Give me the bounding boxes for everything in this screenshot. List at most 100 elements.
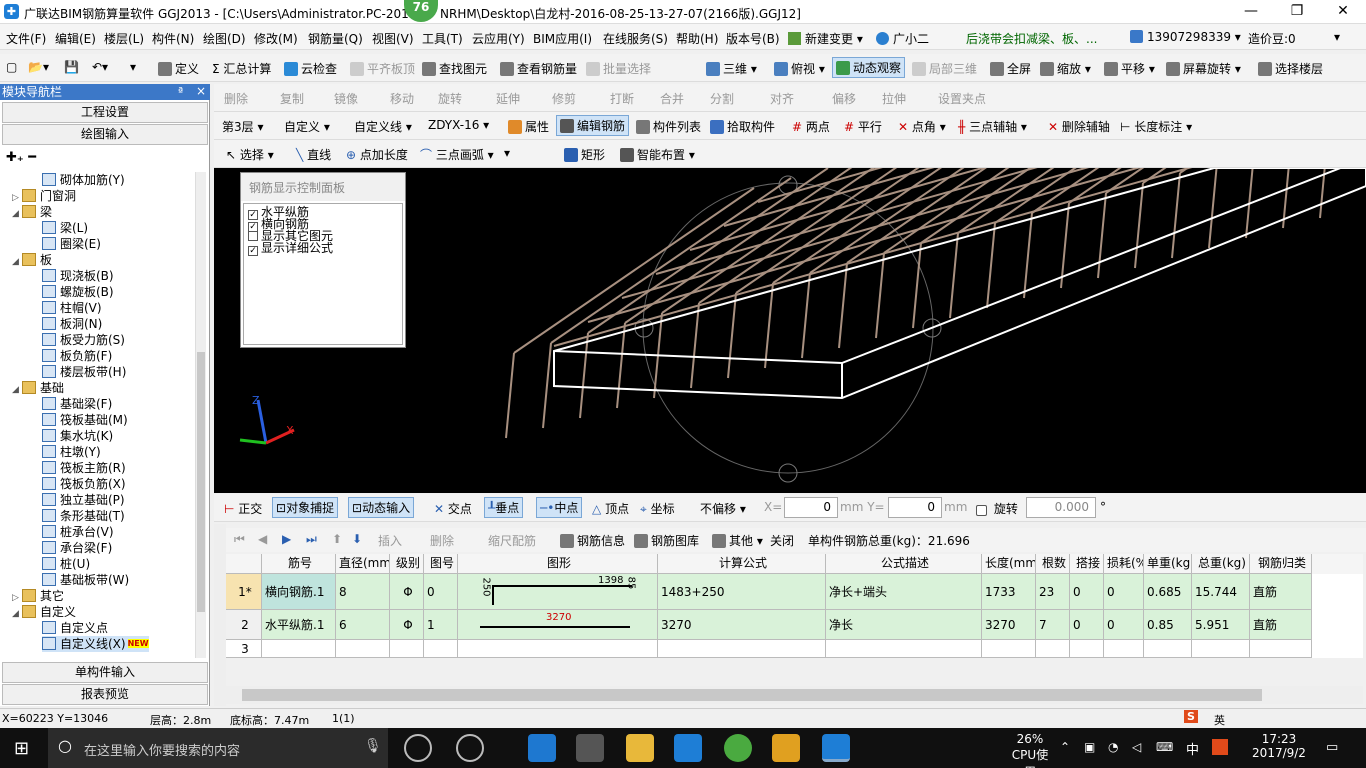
- news-ticker[interactable]: 后浇带会扣减梁、板、...: [966, 30, 1097, 47]
- table-cell-formula[interactable]: 3270: [658, 610, 826, 640]
- edit-rebar-button[interactable]: 编辑钢筋: [556, 115, 630, 136]
- coordinate-snap[interactable]: ⌖ 坐标: [640, 500, 675, 517]
- table-cell-count[interactable]: 7: [1036, 610, 1070, 640]
- delete-row-button[interactable]: 删除: [430, 532, 454, 549]
- column-header[interactable]: 钢筋归类: [1250, 554, 1312, 574]
- table-cell-no[interactable]: 3: [226, 640, 262, 658]
- column-header[interactable]: 级别: [390, 554, 424, 574]
- redo-icon[interactable]: ▾: [130, 60, 136, 74]
- table-cell-dia[interactable]: 8: [336, 574, 390, 610]
- restore-button[interactable]: ❐: [1274, 0, 1320, 24]
- y-input[interactable]: 0: [888, 497, 942, 518]
- batch-select-button[interactable]: 批量选择: [586, 60, 651, 77]
- three-point-axis-button[interactable]: ╫ 三点辅轴 ▾: [958, 118, 1027, 135]
- close-panel-icon[interactable]: ×: [196, 84, 206, 98]
- tree-folder[interactable]: ◢ 梁: [12, 204, 52, 220]
- move-button[interactable]: 移动: [390, 90, 414, 107]
- rotate-button[interactable]: 旋转: [438, 90, 462, 107]
- table-cell-fig[interactable]: [424, 640, 458, 658]
- tree-item[interactable]: 承台梁(F): [42, 540, 112, 556]
- tree-item[interactable]: 螺旋板(B): [42, 284, 114, 300]
- table-cell-name[interactable]: 横向钢筋.1: [262, 574, 336, 610]
- copy-button[interactable]: 复制: [280, 90, 304, 107]
- keyboard-icon[interactable]: ⌨: [1156, 740, 1173, 754]
- column-header[interactable]: 公式描述: [826, 554, 982, 574]
- menu-bim[interactable]: BIM应用(I): [533, 30, 592, 47]
- tree-item[interactable]: 板洞(N): [42, 316, 102, 332]
- arc-mode-select[interactable]: ▾: [504, 146, 510, 160]
- undo-icon[interactable]: ↶▾: [92, 60, 108, 74]
- next-record-icon[interactable]: ▶: [282, 532, 291, 546]
- option-show-detailed-formula[interactable]: ✓ 显示详细公式: [248, 242, 333, 256]
- tree-item[interactable]: 砌体加筋(Y): [42, 172, 125, 188]
- checkbox-icon[interactable]: [248, 231, 258, 241]
- table-cell-cat[interactable]: 直筋: [1250, 610, 1312, 640]
- volume-icon[interactable]: ◁: [1132, 740, 1141, 754]
- table-row[interactable]: 1* 横向钢筋.1 8 Φ 0 250 1398 85 1483+250 净长+端头 1733 23 0…: [226, 574, 1363, 610]
- column-header[interactable]: 图形: [458, 554, 658, 574]
- tree-item[interactable]: 楼层板带(H): [42, 364, 126, 380]
- expand-all-icon[interactable]: ✚₊ ━: [6, 150, 36, 165]
- tree-item[interactable]: 桩(U): [42, 556, 90, 572]
- column-header[interactable]: [226, 554, 262, 574]
- tree-item[interactable]: 现浇板(B): [42, 268, 114, 284]
- store-icon[interactable]: [576, 734, 604, 762]
- menu-cloud[interactable]: 云应用(Y): [472, 30, 525, 47]
- drawing-input-button[interactable]: 绘图输入: [2, 124, 208, 145]
- table-cell-count[interactable]: [1036, 640, 1070, 658]
- parallel-button[interactable]: # 平行: [844, 118, 882, 135]
- update-badge[interactable]: 76: [404, 0, 438, 22]
- table-cell-unit[interactable]: 0.85: [1144, 610, 1192, 640]
- view-rebar-qty-button[interactable]: 查看钢筋量: [500, 60, 577, 77]
- properties-button[interactable]: 属性: [508, 118, 549, 135]
- move-down-icon[interactable]: ⬇: [352, 532, 362, 546]
- menu-floor[interactable]: 楼层(L): [104, 30, 144, 47]
- tree-folder[interactable]: ◢ 自定义: [12, 604, 76, 620]
- align-button[interactable]: 对齐: [770, 90, 794, 107]
- close-grid-button[interactable]: 关闭: [770, 532, 794, 549]
- table-cell-name[interactable]: [262, 640, 336, 658]
- pin-icon[interactable]: ª: [178, 85, 183, 98]
- minimize-button[interactable]: —: [1228, 0, 1274, 24]
- floor-select[interactable]: 第3层 ▾: [222, 118, 263, 135]
- smart-layout-button[interactable]: 智能布置 ▾: [620, 146, 695, 163]
- trim-button[interactable]: 修剪: [552, 90, 576, 107]
- table-cell-formula[interactable]: 1483+250: [658, 574, 826, 610]
- table-cell-loss[interactable]: 0: [1104, 610, 1144, 640]
- table-cell-grade[interactable]: Φ: [390, 610, 424, 640]
- zoom-button[interactable]: 缩放 ▾: [1040, 60, 1091, 77]
- table-cell-loss[interactable]: [1104, 640, 1144, 658]
- table-row[interactable]: 3: [226, 640, 1363, 658]
- delete-axis-button[interactable]: ✕ 删除辅轴: [1048, 118, 1110, 135]
- menu-guangxiaoer[interactable]: 广小二: [876, 30, 929, 47]
- three-point-arc-button[interactable]: ⌒ 三点画弧 ▾: [420, 146, 494, 163]
- column-header[interactable]: 单重(kg): [1144, 554, 1192, 574]
- move-up-icon[interactable]: ⬆: [332, 532, 342, 546]
- notification-icon[interactable]: ▭: [1326, 740, 1338, 755]
- x-input[interactable]: 0: [784, 497, 838, 518]
- checkbox-icon[interactable]: ✓: [248, 246, 258, 256]
- tree-item[interactable]: 桩承台(V): [42, 524, 114, 540]
- point-angle-button[interactable]: ✕ 点角 ▾: [898, 118, 946, 135]
- tree-item[interactable]: 基础板带(W): [42, 572, 129, 588]
- object-snap-toggle[interactable]: ⊡对象捕捉: [272, 497, 339, 518]
- windows-start-icon[interactable]: ⊞: [14, 738, 29, 759]
- tree-item[interactable]: 板受力筋(S): [42, 332, 125, 348]
- menu-online[interactable]: 在线服务(S): [603, 30, 668, 47]
- menu-tools[interactable]: 工具(T): [422, 30, 463, 47]
- new-file-icon[interactable]: ▢: [6, 60, 17, 74]
- menu-modify[interactable]: 修改(M): [254, 30, 298, 47]
- table-cell-dia[interactable]: [336, 640, 390, 658]
- table-cell-dia[interactable]: 6: [336, 610, 390, 640]
- task-view-icon[interactable]: [404, 734, 432, 762]
- table-cell-no[interactable]: 2: [226, 610, 262, 640]
- menu-help[interactable]: 帮助(H): [676, 30, 718, 47]
- tree-item[interactable]: 圈梁(E): [42, 236, 101, 252]
- notes-icon[interactable]: [772, 734, 800, 762]
- offset-select[interactable]: 不偏移 ▾: [700, 500, 746, 517]
- table-cell-shape[interactable]: 3270: [458, 610, 658, 640]
- 3d-button[interactable]: 三维 ▾: [706, 60, 757, 77]
- table-cell-no[interactable]: 1*: [226, 574, 262, 610]
- menu-new-change[interactable]: 新建变更 ▾: [788, 30, 863, 47]
- rebar-info-button[interactable]: 钢筋信息: [560, 532, 625, 549]
